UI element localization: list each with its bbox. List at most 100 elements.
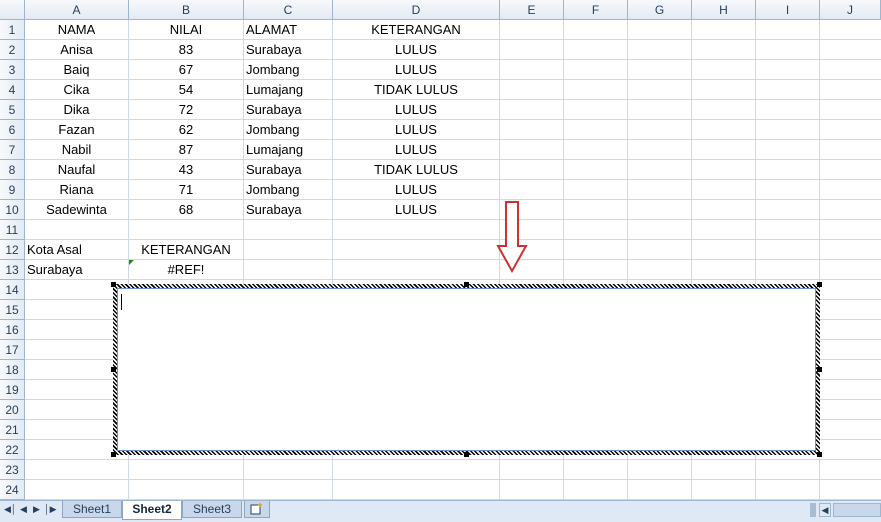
cell-name[interactable]: Anisa <box>25 40 128 60</box>
cell-address[interactable]: Surabaya <box>244 200 334 220</box>
row-header-14[interactable]: 14 <box>0 280 25 300</box>
cell-a12-kota-asal[interactable]: Kota Asal <box>25 240 130 260</box>
resize-handle-e[interactable] <box>817 367 822 372</box>
error-indicator-icon[interactable] <box>129 260 134 265</box>
insert-sheet-icon[interactable] <box>244 501 270 518</box>
cell-name[interactable]: Naufal <box>25 160 128 180</box>
cell-score[interactable]: 87 <box>129 140 243 160</box>
cell-score[interactable]: 68 <box>129 200 243 220</box>
row-header-20[interactable]: 20 <box>0 400 25 420</box>
cell-status[interactable]: LULUS <box>333 40 499 60</box>
cell-status[interactable]: LULUS <box>333 60 499 80</box>
resize-handle-w[interactable] <box>111 367 116 372</box>
cell-name[interactable]: Baiq <box>25 60 128 80</box>
row-header-21[interactable]: 21 <box>0 420 25 440</box>
row-header-4[interactable]: 4 <box>0 80 25 100</box>
column-header-h[interactable]: H <box>692 0 756 20</box>
row-header-24[interactable]: 24 <box>0 480 25 500</box>
cell-score[interactable]: 71 <box>129 180 243 200</box>
row-header-3[interactable]: 3 <box>0 60 25 80</box>
cell-score[interactable]: 67 <box>129 60 243 80</box>
cell-address[interactable]: Jombang <box>244 180 334 200</box>
cell-d1-header[interactable]: KETERANGAN <box>333 20 499 40</box>
column-header-f[interactable]: F <box>564 0 628 20</box>
cell-address[interactable]: Jombang <box>244 60 334 80</box>
cell-address[interactable]: Surabaya <box>244 40 334 60</box>
cell-b13-result[interactable]: #REF! <box>129 260 243 280</box>
cell-status[interactable]: LULUS <box>333 120 499 140</box>
row-header-12[interactable]: 12 <box>0 240 25 260</box>
cell-name[interactable]: Dika <box>25 100 128 120</box>
resize-handle-ne[interactable] <box>817 282 822 287</box>
cell-address[interactable]: Surabaya <box>244 160 334 180</box>
cell-name[interactable]: Sadewinta <box>25 200 128 220</box>
row-header-1[interactable]: 1 <box>0 20 25 40</box>
row-header-6[interactable]: 6 <box>0 120 25 140</box>
select-all-corner[interactable] <box>0 0 25 20</box>
row-header-5[interactable]: 5 <box>0 100 25 120</box>
cell-score[interactable]: 54 <box>129 80 243 100</box>
tab-sheet1[interactable]: Sheet1 <box>62 501 122 518</box>
cell-status[interactable]: LULUS <box>333 140 499 160</box>
cell-status[interactable]: TIDAK LULUS <box>333 80 499 100</box>
row-header-23[interactable]: 23 <box>0 460 25 480</box>
cell-address[interactable]: Jombang <box>244 120 334 140</box>
row-header-8[interactable]: 8 <box>0 160 25 180</box>
tab-sheet2[interactable]: Sheet2 <box>122 501 182 520</box>
tab-sheet3[interactable]: Sheet3 <box>182 501 242 518</box>
column-header-e[interactable]: E <box>500 0 564 20</box>
column-header-c[interactable]: C <box>244 0 333 20</box>
row-header-17[interactable]: 17 <box>0 340 25 360</box>
cell-a13-value[interactable]: Surabaya <box>25 260 130 280</box>
column-header-a[interactable]: A <box>25 0 129 20</box>
resize-handle-sw[interactable] <box>111 452 116 457</box>
cell-c1-header[interactable]: ALAMAT <box>244 20 334 40</box>
cell-score[interactable]: 43 <box>129 160 243 180</box>
cell-b12-keterangan[interactable]: KETERANGAN <box>129 240 243 260</box>
column-header-j[interactable]: J <box>820 0 881 20</box>
row-header-19[interactable]: 19 <box>0 380 25 400</box>
text-box[interactable] <box>117 288 816 451</box>
cell-address[interactable]: Lumajang <box>244 140 334 160</box>
cell-status[interactable]: LULUS <box>333 180 499 200</box>
resize-handle-nw[interactable] <box>111 282 116 287</box>
resize-handle-se[interactable] <box>817 452 822 457</box>
row-header-7[interactable]: 7 <box>0 140 25 160</box>
horizontal-scrollbar-thumb[interactable] <box>833 503 881 517</box>
column-header-d[interactable]: D <box>333 0 500 20</box>
last-sheet-icon[interactable]: │▶ <box>44 504 57 515</box>
next-sheet-icon[interactable]: ▶ <box>31 504 42 515</box>
cell-status[interactable]: LULUS <box>333 200 499 220</box>
row-header-22[interactable]: 22 <box>0 440 25 460</box>
cell-b1-header[interactable]: NILAI <box>129 20 243 40</box>
row-header-15[interactable]: 15 <box>0 300 25 320</box>
cell-status[interactable]: LULUS <box>333 100 499 120</box>
row-header-16[interactable]: 16 <box>0 320 25 340</box>
cell-name[interactable]: Riana <box>25 180 128 200</box>
row-header-9[interactable]: 9 <box>0 180 25 200</box>
cell-a1-header[interactable]: NAMA <box>25 20 128 40</box>
row-header-11[interactable]: 11 <box>0 220 25 240</box>
cell-address[interactable]: Surabaya <box>244 100 334 120</box>
row-header-10[interactable]: 10 <box>0 200 25 220</box>
prev-sheet-icon[interactable]: ◀ <box>18 504 29 515</box>
first-sheet-icon[interactable]: ◀│ <box>4 504 17 515</box>
resize-handle-s[interactable] <box>464 452 469 457</box>
column-header-i[interactable]: I <box>756 0 820 20</box>
cell-name[interactable]: Nabil <box>25 140 128 160</box>
cell-status[interactable]: TIDAK LULUS <box>333 160 499 180</box>
row-header-18[interactable]: 18 <box>0 360 25 380</box>
cell-score[interactable]: 72 <box>129 100 243 120</box>
cell-name[interactable]: Cika <box>25 80 128 100</box>
cell-address[interactable]: Lumajang <box>244 80 334 100</box>
cell-score[interactable]: 83 <box>129 40 243 60</box>
cell-name[interactable]: Fazan <box>25 120 128 140</box>
cell-score[interactable]: 62 <box>129 120 243 140</box>
column-header-g[interactable]: G <box>628 0 692 20</box>
tab-split-handle[interactable] <box>810 503 816 517</box>
scroll-left-icon[interactable]: ◀ <box>819 503 831 517</box>
row-header-13[interactable]: 13 <box>0 260 25 280</box>
resize-handle-n[interactable] <box>464 282 469 287</box>
column-header-b[interactable]: B <box>129 0 244 20</box>
row-header-2[interactable]: 2 <box>0 40 25 60</box>
